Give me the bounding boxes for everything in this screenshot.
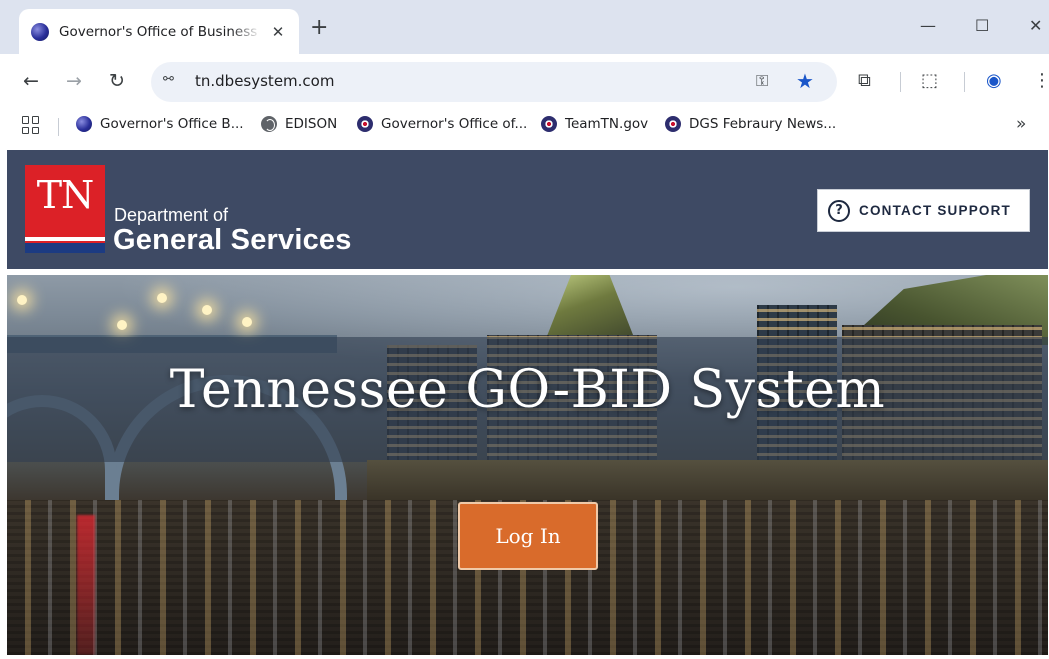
tn-seal-icon <box>357 116 373 132</box>
toolbar-divider <box>964 72 965 92</box>
reading-mode-icon[interactable]: ⬚ <box>921 70 938 92</box>
page-bottom-edge <box>0 655 1049 659</box>
tab-close-icon[interactable]: ✕ <box>267 23 289 41</box>
hero-lamp <box>202 305 212 315</box>
bookmarks-overflow-icon[interactable]: » <box>1016 114 1026 134</box>
tn-seal-icon <box>541 116 557 132</box>
department-of-label: Department of <box>114 205 229 225</box>
tn-seal-icon <box>665 116 681 132</box>
window-minimize-button[interactable]: — <box>920 16 936 36</box>
globe-icon <box>76 116 92 132</box>
apps-grid-icon[interactable] <box>22 116 40 134</box>
contact-support-button[interactable]: ? CONTACT SUPPORT <box>817 189 1030 232</box>
browser-tab-active[interactable]: Governor's Office of Business In ✕ <box>19 9 299 54</box>
address-url[interactable]: tn.dbesystem.com <box>195 72 334 90</box>
edison-icon <box>261 116 277 132</box>
logo-stripe <box>25 237 105 241</box>
password-key-icon[interactable]: ⚿ <box>756 71 768 91</box>
site-info-icon[interactable]: ⚯ <box>163 72 174 87</box>
bookmark-teamtn[interactable]: TeamTN.gov <box>541 116 648 132</box>
tn-logo[interactable]: TN <box>25 165 105 253</box>
back-arrow-icon[interactable]: ← <box>23 70 39 92</box>
globe-favicon-icon <box>31 22 49 41</box>
forward-arrow-icon[interactable]: → <box>66 70 82 92</box>
bookmark-star-icon[interactable]: ★ <box>796 69 814 93</box>
toolbar-divider <box>900 72 901 92</box>
bookmark-label: Governor's Office B... <box>100 116 244 132</box>
new-tab-button[interactable]: + <box>310 17 328 39</box>
browser-toolbar: ← → ↻ ⚯ tn.dbesystem.com ⚿ ★ ⧉ ⬚ ◉ ⋮ <box>0 54 1049 110</box>
window-maximize-button[interactable]: ☐ <box>975 16 989 36</box>
browser-menu-icon[interactable]: ⋮ <box>1033 70 1049 92</box>
tab-title: Governor's Office of Business In <box>59 23 261 40</box>
profile-icon[interactable]: ◉ <box>986 70 1002 92</box>
contact-support-label: CONTACT SUPPORT <box>859 203 1011 218</box>
browser-tab-strip: Governor's Office of Business In ✕ + — ☐… <box>0 0 1049 54</box>
extensions-puzzle-icon[interactable]: ⧉ <box>858 70 871 92</box>
question-circle-icon: ? <box>828 199 850 222</box>
hero-lamp <box>117 320 127 330</box>
logo-stripe <box>25 243 105 253</box>
bookmark-label: DGS Febraury News... <box>689 116 837 132</box>
reload-icon[interactable]: ↻ <box>109 70 125 92</box>
hero-riverbank <box>367 460 1048 500</box>
hero-lamp <box>17 295 27 305</box>
hero-lamp <box>157 293 167 303</box>
bookmark-dgs-news[interactable]: DGS Febraury News... <box>665 116 836 132</box>
bookmark-governors-office-of[interactable]: Governor's Office of... <box>357 116 527 132</box>
window-close-button[interactable]: ✕ <box>1029 16 1042 36</box>
tn-logo-text: TN <box>36 173 95 217</box>
bookmarks-divider <box>58 118 59 136</box>
hero-lamp <box>242 317 252 327</box>
bookmark-edison[interactable]: EDISON <box>261 116 337 132</box>
login-button[interactable]: Log In <box>458 502 598 570</box>
bookmark-label: EDISON <box>285 116 338 132</box>
bookmark-label: TeamTN.gov <box>565 116 649 132</box>
bookmark-governors-office-b[interactable]: Governor's Office B... <box>76 116 244 132</box>
hero-red-reflection <box>77 515 95 655</box>
address-bar[interactable]: ⚯ tn.dbesystem.com ⚿ ★ <box>151 62 837 102</box>
bookmark-label: Governor's Office of... <box>381 116 528 132</box>
general-services-label: General Services <box>113 224 352 256</box>
site-header: TN Department of General Services ? CONT… <box>7 150 1048 269</box>
hero-title: Tennessee GO-BID System <box>169 360 886 420</box>
web-page: TN Department of General Services ? CONT… <box>7 150 1048 655</box>
hero-banner: Tennessee GO-BID System Log In <box>7 275 1048 655</box>
bookmarks-bar: Governor's Office B... EDISON Governor's… <box>0 110 1049 144</box>
